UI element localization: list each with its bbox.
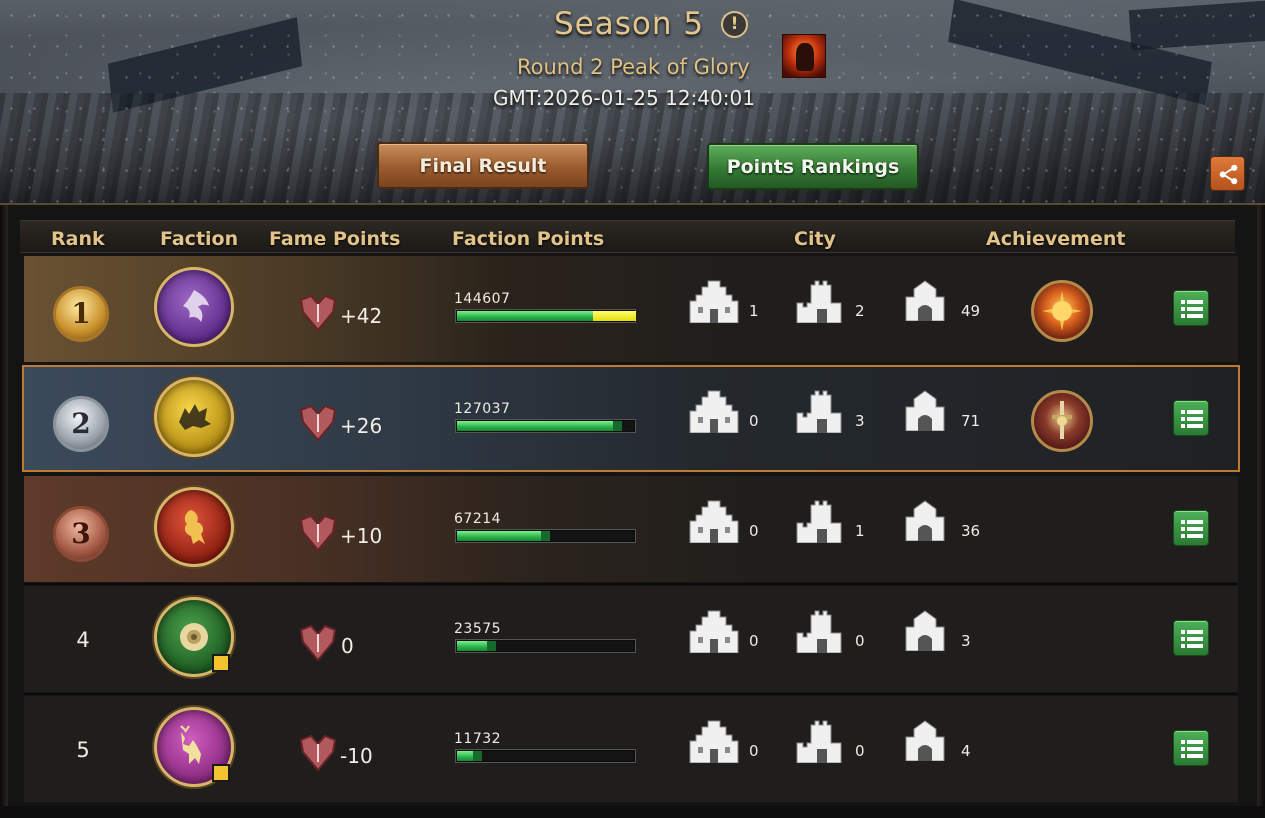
fortress-icon bbox=[795, 279, 843, 327]
faction-marker bbox=[212, 764, 230, 782]
list-icon bbox=[1181, 740, 1203, 758]
gatehouse-icon bbox=[904, 279, 946, 325]
gatehouse-icon bbox=[904, 609, 946, 655]
bottom-frame bbox=[0, 806, 1265, 818]
faction-points-value: 67214 bbox=[454, 511, 502, 527]
gatehouse-icon bbox=[904, 499, 946, 545]
rank-number: 4 bbox=[76, 628, 90, 652]
faction-points-bar bbox=[455, 529, 636, 543]
city-count: 0 bbox=[855, 742, 865, 760]
fortress-icon bbox=[795, 389, 843, 437]
city-count: 0 bbox=[749, 412, 759, 430]
fame-icon bbox=[299, 294, 337, 332]
city-count: 49 bbox=[961, 302, 981, 320]
details-button[interactable] bbox=[1173, 510, 1209, 546]
faction-points-bar bbox=[455, 419, 636, 433]
row-divider bbox=[24, 583, 1238, 585]
frame-right bbox=[1257, 205, 1265, 818]
faction-points-bar bbox=[455, 639, 636, 653]
points-rankings-button[interactable]: Points Rankings bbox=[707, 143, 919, 190]
city-count: 3 bbox=[961, 632, 971, 650]
fame-points: +10 bbox=[340, 524, 383, 548]
fame-points: -10 bbox=[340, 744, 373, 768]
palace-icon bbox=[686, 499, 742, 547]
sun-emblem-achievement-icon[interactable] bbox=[1031, 280, 1093, 342]
faction-points-value: 127037 bbox=[454, 401, 511, 417]
col-city: City bbox=[794, 228, 836, 250]
col-rank: Rank bbox=[51, 228, 105, 250]
details-button[interactable] bbox=[1173, 620, 1209, 656]
city-count: 4 bbox=[961, 742, 971, 760]
rank-medal-silver: 2 bbox=[53, 396, 109, 452]
fame-icon bbox=[299, 404, 337, 442]
faction-points-bar bbox=[455, 309, 636, 323]
faction-points-bar bbox=[455, 749, 636, 763]
col-achievement: Achievement bbox=[986, 228, 1126, 250]
faction-points-value: 11732 bbox=[454, 731, 502, 747]
list-icon bbox=[1181, 300, 1203, 318]
city-count: 1 bbox=[855, 522, 865, 540]
dragon-sigil-icon[interactable] bbox=[154, 267, 234, 347]
wolf-sigil-icon[interactable] bbox=[154, 377, 234, 457]
city-count: 0 bbox=[749, 742, 759, 760]
list-icon bbox=[1181, 520, 1203, 538]
col-fame-points: Fame Points bbox=[269, 228, 401, 250]
col-faction-points: Faction Points bbox=[452, 228, 605, 250]
palace-icon bbox=[686, 279, 742, 327]
fame-points: +42 bbox=[340, 304, 383, 328]
fortress-icon bbox=[795, 499, 843, 547]
share-button[interactable] bbox=[1210, 156, 1245, 191]
city-count: 2 bbox=[855, 302, 865, 320]
city-count: 71 bbox=[961, 412, 981, 430]
gatehouse-icon bbox=[904, 719, 946, 765]
sword-emblem-achievement-icon[interactable] bbox=[1031, 390, 1093, 452]
rank-medal-gold: 1 bbox=[53, 286, 109, 342]
faction-points-value: 144607 bbox=[454, 291, 511, 307]
city-count: 1 bbox=[749, 302, 759, 320]
list-icon bbox=[1181, 410, 1203, 428]
details-button[interactable] bbox=[1173, 730, 1209, 766]
rank-number: 5 bbox=[76, 738, 90, 762]
fame-icon bbox=[299, 734, 337, 772]
fortress-icon bbox=[795, 719, 843, 767]
details-button[interactable] bbox=[1173, 400, 1209, 436]
city-count: 36 bbox=[961, 522, 981, 540]
palace-icon bbox=[686, 719, 742, 767]
fame-icon bbox=[299, 624, 337, 662]
gatehouse-icon bbox=[904, 389, 946, 435]
lion-sigil-icon[interactable] bbox=[154, 487, 234, 567]
city-count: 0 bbox=[749, 632, 759, 650]
city-count: 0 bbox=[855, 632, 865, 650]
details-button[interactable] bbox=[1173, 290, 1209, 326]
exclamation-icon[interactable]: ! bbox=[721, 11, 748, 38]
faction-points-value: 23575 bbox=[454, 621, 502, 637]
round-title: Round 2 Peak of Glory bbox=[517, 55, 750, 79]
row-divider bbox=[24, 693, 1238, 695]
fame-icon bbox=[299, 514, 337, 552]
faction-marker bbox=[212, 654, 230, 672]
palace-icon bbox=[686, 609, 742, 657]
final-result-button[interactable]: Final Result bbox=[377, 142, 589, 189]
city-count: 3 bbox=[855, 412, 865, 430]
fame-points: +26 bbox=[340, 414, 383, 438]
city-count: 0 bbox=[749, 522, 759, 540]
col-faction: Faction bbox=[160, 228, 239, 250]
share-icon bbox=[1219, 164, 1238, 185]
palace-icon bbox=[686, 389, 742, 437]
fortress-icon bbox=[795, 609, 843, 657]
list-icon bbox=[1181, 630, 1203, 648]
gmt-timestamp: GMT:2026-01-25 12:40:01 bbox=[493, 86, 755, 110]
season-title: Season 5 bbox=[554, 6, 705, 42]
fame-points: 0 bbox=[341, 634, 354, 658]
frame-left bbox=[0, 205, 8, 818]
rank-medal-bronze: 3 bbox=[53, 506, 109, 562]
round-badge-icon bbox=[782, 34, 826, 78]
